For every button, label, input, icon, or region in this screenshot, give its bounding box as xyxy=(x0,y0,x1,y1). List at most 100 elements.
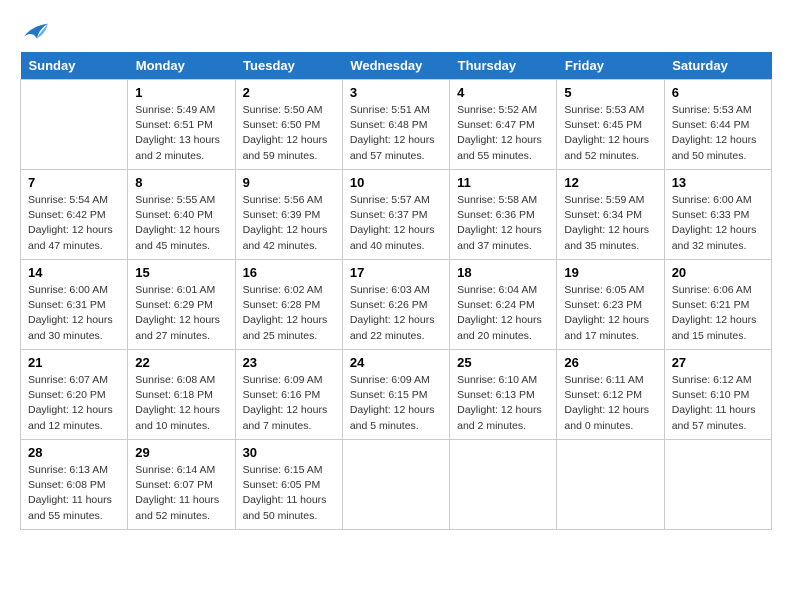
day-number: 6 xyxy=(672,85,764,100)
day-info: Sunrise: 6:01 AMSunset: 6:29 PMDaylight:… xyxy=(135,283,227,344)
day-info: Sunrise: 6:12 AMSunset: 6:10 PMDaylight:… xyxy=(672,373,764,434)
day-info: Sunrise: 5:56 AMSunset: 6:39 PMDaylight:… xyxy=(243,193,335,254)
calendar-cell: 17Sunrise: 6:03 AMSunset: 6:26 PMDayligh… xyxy=(342,260,449,350)
day-info: Sunrise: 5:54 AMSunset: 6:42 PMDaylight:… xyxy=(28,193,120,254)
day-info: Sunrise: 6:05 AMSunset: 6:23 PMDaylight:… xyxy=(564,283,656,344)
day-info: Sunrise: 6:04 AMSunset: 6:24 PMDaylight:… xyxy=(457,283,549,344)
day-number: 17 xyxy=(350,265,442,280)
page-header xyxy=(20,20,772,42)
day-info: Sunrise: 6:09 AMSunset: 6:16 PMDaylight:… xyxy=(243,373,335,434)
calendar-cell: 9 Sunrise: 5:56 AMSunset: 6:39 PMDaylight… xyxy=(235,170,342,260)
day-info: Sunrise: 6:13 AMSunset: 6:08 PMDaylight:… xyxy=(28,463,120,524)
day-number: 1 xyxy=(135,85,227,100)
day-info: Sunrise: 6:00 AMSunset: 6:33 PMDaylight:… xyxy=(672,193,764,254)
day-info: Sunrise: 5:53 AMSunset: 6:44 PMDaylight:… xyxy=(672,103,764,164)
day-number: 24 xyxy=(350,355,442,370)
calendar-cell: 7 Sunrise: 5:54 AMSunset: 6:42 PMDaylight… xyxy=(21,170,128,260)
calendar-cell: 5Sunrise: 5:53 AMSunset: 6:45 PMDaylight… xyxy=(557,80,664,170)
day-info: Sunrise: 5:53 AMSunset: 6:45 PMDaylight:… xyxy=(564,103,656,164)
calendar-cell: 21 Sunrise: 6:07 AMSunset: 6:20 PMDayligh… xyxy=(21,350,128,440)
day-number: 8 xyxy=(135,175,227,190)
day-info: Sunrise: 5:59 AMSunset: 6:34 PMDaylight:… xyxy=(564,193,656,254)
calendar-cell xyxy=(450,440,557,530)
day-info: Sunrise: 6:09 AMSunset: 6:15 PMDaylight:… xyxy=(350,373,442,434)
calendar-cell: 1 Sunrise: 5:49 AMSunset: 6:51 PMDaylight… xyxy=(128,80,235,170)
day-number: 2 xyxy=(243,85,335,100)
calendar-cell: 19 Sunrise: 6:05 AMSunset: 6:23 PMDayligh… xyxy=(557,260,664,350)
day-number: 27 xyxy=(672,355,764,370)
day-number: 4 xyxy=(457,85,549,100)
day-info: Sunrise: 5:52 AMSunset: 6:47 PMDaylight:… xyxy=(457,103,549,164)
week-row-2: 7 Sunrise: 5:54 AMSunset: 6:42 PMDaylight… xyxy=(21,170,772,260)
calendar-cell: 15Sunrise: 6:01 AMSunset: 6:29 PMDayligh… xyxy=(128,260,235,350)
day-info: Sunrise: 6:14 AMSunset: 6:07 PMDaylight:… xyxy=(135,463,227,524)
calendar-cell xyxy=(21,80,128,170)
day-number: 25 xyxy=(457,355,549,370)
week-row-3: 14Sunrise: 6:00 AMSunset: 6:31 PMDayligh… xyxy=(21,260,772,350)
day-info: Sunrise: 6:06 AMSunset: 6:21 PMDaylight:… xyxy=(672,283,764,344)
calendar-cell: 20 Sunrise: 6:06 AMSunset: 6:21 PMDayligh… xyxy=(664,260,771,350)
day-info: Sunrise: 6:08 AMSunset: 6:18 PMDaylight:… xyxy=(135,373,227,434)
calendar-cell xyxy=(557,440,664,530)
calendar-cell: 16Sunrise: 6:02 AMSunset: 6:28 PMDayligh… xyxy=(235,260,342,350)
day-number: 9 xyxy=(243,175,335,190)
calendar-cell: 24 Sunrise: 6:09 AMSunset: 6:15 PMDayligh… xyxy=(342,350,449,440)
day-number: 21 xyxy=(28,355,120,370)
day-number: 10 xyxy=(350,175,442,190)
day-info: Sunrise: 5:51 AMSunset: 6:48 PMDaylight:… xyxy=(350,103,442,164)
day-number: 20 xyxy=(672,265,764,280)
calendar-cell: 26Sunrise: 6:11 AMSunset: 6:12 PMDayligh… xyxy=(557,350,664,440)
calendar-cell: 23 Sunrise: 6:09 AMSunset: 6:16 PMDayligh… xyxy=(235,350,342,440)
day-number: 7 xyxy=(28,175,120,190)
weekday-header-wednesday: Wednesday xyxy=(342,52,449,80)
calendar-cell: 18 Sunrise: 6:04 AMSunset: 6:24 PMDayligh… xyxy=(450,260,557,350)
calendar-cell: 2 Sunrise: 5:50 AMSunset: 6:50 PMDaylight… xyxy=(235,80,342,170)
day-number: 30 xyxy=(243,445,335,460)
weekday-header-row: SundayMondayTuesdayWednesdayThursdayFrid… xyxy=(21,52,772,80)
day-info: Sunrise: 6:10 AMSunset: 6:13 PMDaylight:… xyxy=(457,373,549,434)
day-info: Sunrise: 6:11 AMSunset: 6:12 PMDaylight:… xyxy=(564,373,656,434)
calendar-cell: 6 Sunrise: 5:53 AMSunset: 6:44 PMDaylight… xyxy=(664,80,771,170)
day-info: Sunrise: 5:49 AMSunset: 6:51 PMDaylight:… xyxy=(135,103,227,164)
calendar-cell: 13 Sunrise: 6:00 AMSunset: 6:33 PMDayligh… xyxy=(664,170,771,260)
day-info: Sunrise: 6:07 AMSunset: 6:20 PMDaylight:… xyxy=(28,373,120,434)
logo xyxy=(20,20,50,42)
calendar-cell: 29 Sunrise: 6:14 AMSunset: 6:07 PMDayligh… xyxy=(128,440,235,530)
calendar-body: 1 Sunrise: 5:49 AMSunset: 6:51 PMDaylight… xyxy=(21,80,772,530)
calendar-cell: 8 Sunrise: 5:55 AMSunset: 6:40 PMDaylight… xyxy=(128,170,235,260)
day-number: 12 xyxy=(564,175,656,190)
week-row-1: 1 Sunrise: 5:49 AMSunset: 6:51 PMDaylight… xyxy=(21,80,772,170)
calendar-header: SundayMondayTuesdayWednesdayThursdayFrid… xyxy=(21,52,772,80)
day-number: 22 xyxy=(135,355,227,370)
calendar-cell: 11Sunrise: 5:58 AMSunset: 6:36 PMDayligh… xyxy=(450,170,557,260)
weekday-header-thursday: Thursday xyxy=(450,52,557,80)
day-info: Sunrise: 5:50 AMSunset: 6:50 PMDaylight:… xyxy=(243,103,335,164)
day-info: Sunrise: 6:02 AMSunset: 6:28 PMDaylight:… xyxy=(243,283,335,344)
day-number: 18 xyxy=(457,265,549,280)
weekday-header-tuesday: Tuesday xyxy=(235,52,342,80)
calendar-cell: 14Sunrise: 6:00 AMSunset: 6:31 PMDayligh… xyxy=(21,260,128,350)
week-row-4: 21 Sunrise: 6:07 AMSunset: 6:20 PMDayligh… xyxy=(21,350,772,440)
day-number: 28 xyxy=(28,445,120,460)
day-number: 3 xyxy=(350,85,442,100)
calendar-cell: 27 Sunrise: 6:12 AMSunset: 6:10 PMDayligh… xyxy=(664,350,771,440)
day-info: Sunrise: 5:55 AMSunset: 6:40 PMDaylight:… xyxy=(135,193,227,254)
calendar-cell: 3 Sunrise: 5:51 AMSunset: 6:48 PMDaylight… xyxy=(342,80,449,170)
calendar-cell: 30Sunrise: 6:15 AMSunset: 6:05 PMDayligh… xyxy=(235,440,342,530)
day-number: 23 xyxy=(243,355,335,370)
calendar-cell: 25 Sunrise: 6:10 AMSunset: 6:13 PMDayligh… xyxy=(450,350,557,440)
weekday-header-friday: Friday xyxy=(557,52,664,80)
calendar-cell: 10 Sunrise: 5:57 AMSunset: 6:37 PMDayligh… xyxy=(342,170,449,260)
logo-bird-icon xyxy=(22,20,50,42)
day-number: 11 xyxy=(457,175,549,190)
calendar-cell: 4 Sunrise: 5:52 AMSunset: 6:47 PMDaylight… xyxy=(450,80,557,170)
calendar-table: SundayMondayTuesdayWednesdayThursdayFrid… xyxy=(20,52,772,530)
day-number: 13 xyxy=(672,175,764,190)
day-number: 14 xyxy=(28,265,120,280)
day-info: Sunrise: 5:57 AMSunset: 6:37 PMDaylight:… xyxy=(350,193,442,254)
weekday-header-monday: Monday xyxy=(128,52,235,80)
day-number: 29 xyxy=(135,445,227,460)
day-number: 19 xyxy=(564,265,656,280)
calendar-cell xyxy=(342,440,449,530)
week-row-5: 28 Sunrise: 6:13 AMSunset: 6:08 PMDayligh… xyxy=(21,440,772,530)
